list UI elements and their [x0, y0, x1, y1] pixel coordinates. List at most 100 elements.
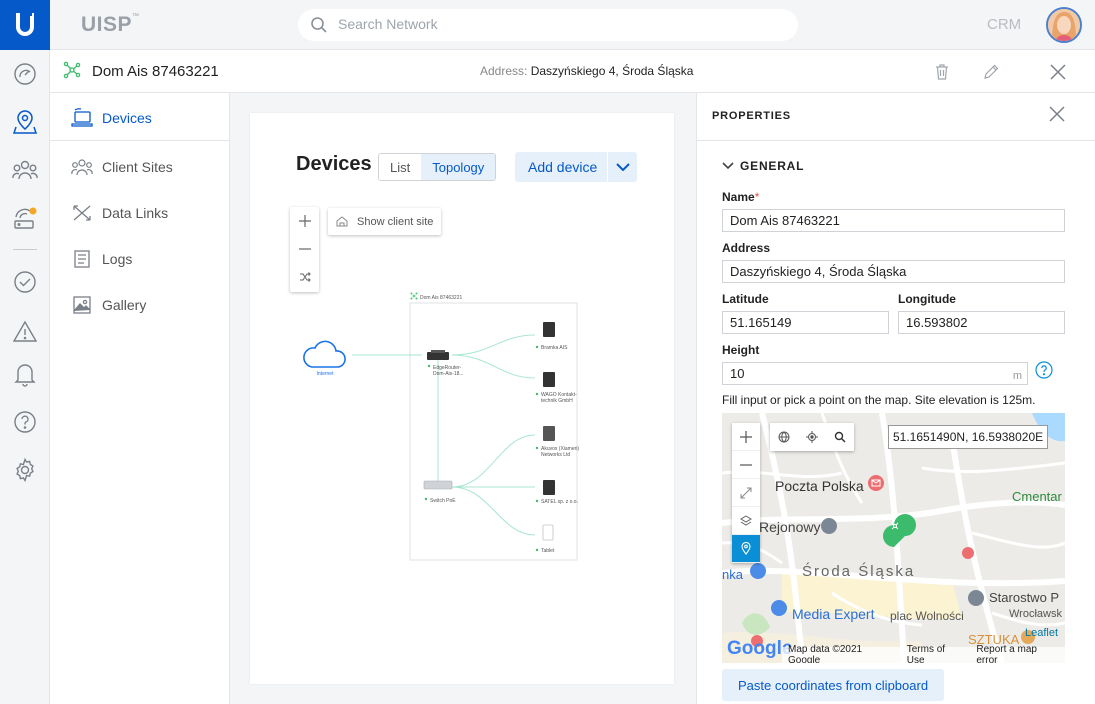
endpoint-satel[interactable]: SATEL sp. z o.o.	[535, 480, 578, 505]
help-icon[interactable]	[9, 406, 41, 438]
general-section-toggle[interactable]: GENERAL	[722, 159, 804, 173]
home-icon	[336, 216, 348, 227]
shuffle-icon	[299, 271, 311, 283]
map-globe-button[interactable]	[770, 423, 798, 451]
map-label-nka: nka	[722, 567, 743, 582]
latitude-label: Latitude	[722, 292, 769, 306]
logs-icon	[67, 249, 97, 269]
svg-text:SATEL sp. z o.o.: SATEL sp. z o.o.	[541, 499, 578, 505]
tasks-icon[interactable]	[9, 266, 41, 298]
dashboard-icon[interactable]	[9, 58, 41, 90]
brand-title: UISP™	[81, 13, 140, 36]
map-zoom-in-button[interactable]	[732, 423, 760, 451]
chevron-down-icon	[722, 162, 740, 170]
search-box[interactable]	[298, 9, 798, 41]
map-controls	[732, 423, 760, 563]
address-field[interactable]	[722, 260, 1065, 283]
map-label-city: Środa Śląska	[802, 563, 916, 580]
client-sites-icon	[67, 157, 97, 177]
properties-panel: PROPERTIES GENERAL Name* Address Latitud…	[696, 93, 1095, 704]
warning-icon[interactable]	[9, 316, 41, 348]
location-map[interactable]: Poczta Polska Cmentar Rejonowy nka Środa…	[722, 413, 1065, 663]
map-zoom-out-button[interactable]	[732, 451, 760, 479]
nav-item-gallery[interactable]: Gallery	[50, 282, 230, 328]
map-label-wroclawsk: Wrocławsk	[1009, 608, 1062, 620]
endpoint-bramka[interactable]: Bramka AIS	[535, 322, 568, 351]
network-devices-icon[interactable]	[9, 202, 41, 234]
zoom-in-button[interactable]	[290, 207, 319, 235]
devices-icon	[67, 107, 97, 128]
data-links-icon	[67, 203, 97, 223]
latitude-field[interactable]	[722, 311, 889, 334]
minus-icon	[740, 463, 752, 466]
layers-icon	[740, 514, 752, 527]
endpoint-tablet[interactable]: Tablet	[535, 524, 555, 554]
left-rail	[0, 0, 50, 704]
site-frame-icon	[410, 292, 418, 300]
main-content: Devices List Topology Add device Dom Ais…	[230, 93, 696, 704]
topology-site-label: Dom Ais 87463221	[420, 295, 462, 301]
map-data-text: Map data ©2021 Google	[788, 644, 863, 663]
report-map-error-link[interactable]: Report a map error	[976, 644, 1059, 663]
gallery-icon	[67, 295, 97, 315]
map-coordinates-tooltip: 51.1651490N, 16.5938020E	[888, 425, 1049, 449]
terms-of-use-link[interactable]: Terms of Use	[907, 644, 965, 663]
name-field[interactable]	[722, 209, 1065, 232]
map-pick-point-button[interactable]	[732, 535, 760, 563]
svg-text:technik GmbH: technik GmbH	[541, 398, 573, 404]
address-label: Address	[722, 241, 771, 255]
address-input[interactable]	[723, 261, 1064, 282]
ubiquiti-logo[interactable]	[0, 0, 50, 50]
search-icon	[310, 16, 328, 34]
leaflet-link[interactable]: Leaflet	[1025, 627, 1058, 639]
topology-zoom-controls	[290, 207, 319, 292]
name-input[interactable]	[723, 210, 1064, 231]
delete-site-button[interactable]	[931, 61, 953, 83]
crm-link[interactable]: CRM	[987, 16, 1021, 33]
map-fullscreen-button[interactable]	[732, 479, 760, 507]
zoom-out-button[interactable]	[290, 235, 319, 263]
longitude-label: Longitude	[898, 292, 956, 306]
nav-item-devices[interactable]: Devices	[50, 95, 230, 141]
close-site-button[interactable]	[1047, 61, 1069, 83]
site-address: Address: Daszyńskiego 4, Środa Śląska	[480, 64, 694, 78]
router-label-2: Dom-Ais-18...	[433, 371, 464, 377]
height-input[interactable]	[723, 363, 1027, 384]
clients-icon[interactable]	[9, 154, 41, 186]
elevation-hint: Fill input or pick a point on the map. S…	[722, 393, 1036, 407]
map-search-button[interactable]	[826, 423, 854, 451]
map-layers-button[interactable]	[732, 507, 760, 535]
settings-gear-icon[interactable]	[9, 454, 41, 486]
nav-item-client-sites[interactable]: Client Sites	[50, 144, 230, 190]
switch-label: Switch PoE	[430, 498, 456, 504]
height-help-button[interactable]	[1035, 361, 1053, 379]
user-avatar[interactable]	[1046, 7, 1082, 43]
map-locate-button[interactable]	[798, 423, 826, 451]
longitude-input[interactable]	[899, 312, 1064, 333]
map-attribution: Map data ©2021 Google Terms of Use Repor…	[782, 644, 1065, 663]
nav-item-data-links[interactable]: Data Links	[50, 190, 230, 236]
search-input[interactable]	[338, 16, 778, 32]
endpoint-akuvox[interactable]: Akuvox (Xiamen) Networks Ltd	[535, 426, 580, 458]
map-pin-icon	[741, 542, 751, 555]
shuffle-layout-button[interactable]	[290, 263, 319, 291]
nav-item-logs[interactable]: Logs	[50, 236, 230, 282]
pencil-icon	[982, 63, 1000, 81]
internet-cloud-icon[interactable]	[303, 340, 346, 368]
height-field[interactable]: m	[722, 362, 1028, 385]
site-name: Dom Ais 87463221	[92, 63, 219, 80]
endpoint-wago[interactable]: WAGO Kontakt- technik GmbH	[535, 372, 577, 404]
map-label-media: Media Expert	[792, 606, 875, 622]
longitude-field[interactable]	[898, 311, 1065, 334]
close-properties-button[interactable]	[1049, 106, 1065, 122]
paste-coordinates-button[interactable]: Paste coordinates from clipboard	[722, 669, 945, 701]
show-client-site-button[interactable]: Show client site	[328, 208, 442, 235]
edit-site-button[interactable]	[980, 61, 1002, 83]
svg-text:Networks Ltd: Networks Ltd	[541, 452, 570, 458]
height-unit: m	[1012, 370, 1022, 382]
notifications-bell-icon[interactable]	[9, 358, 41, 390]
sites-map-icon[interactable]	[9, 106, 41, 138]
height-label: Height	[722, 343, 760, 357]
close-icon	[1049, 106, 1065, 122]
latitude-input[interactable]	[723, 312, 888, 333]
